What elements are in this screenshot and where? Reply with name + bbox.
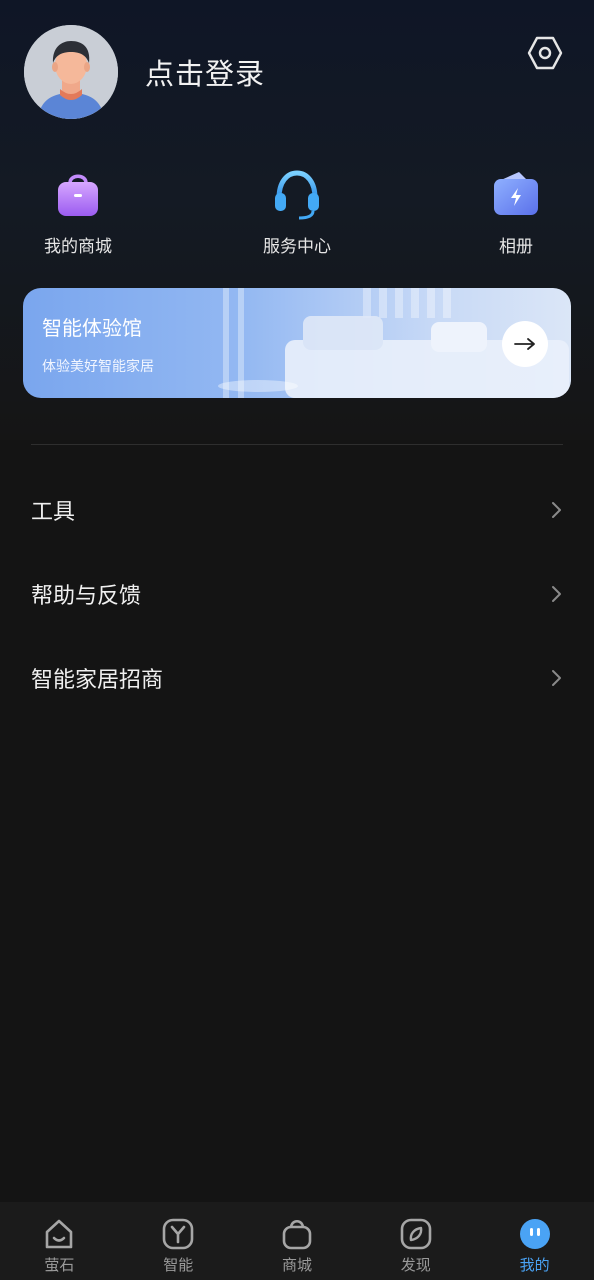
quick-action-label: 服务中心: [263, 237, 331, 257]
settings-button[interactable]: [526, 34, 564, 72]
banner-arrow-button[interactable]: [502, 321, 548, 367]
home-face-icon: [46, 1219, 73, 1249]
profile-section[interactable]: 点击登录: [24, 25, 265, 119]
tab-label: 萤石: [44, 1256, 75, 1274]
compass-icon: [400, 1218, 432, 1250]
menu-label: 工具: [31, 500, 76, 525]
tab-mall[interactable]: 商城: [238, 1202, 357, 1280]
profile-face-icon: [519, 1219, 550, 1249]
banner-title: 智能体验馆: [42, 316, 142, 340]
headset-icon: [275, 170, 319, 220]
login-link[interactable]: 点击登录: [145, 51, 265, 93]
tab-ezviz[interactable]: 萤石: [0, 1202, 119, 1280]
quick-action-service-center[interactable]: 服务中心: [237, 168, 357, 257]
quick-action-my-mall[interactable]: 我的商城: [18, 168, 138, 257]
tab-label: 商城: [281, 1256, 312, 1274]
tab-label: 我的: [519, 1256, 550, 1274]
bottom-tab-bar: 萤石 智能 商城 发现 我的: [0, 1202, 594, 1280]
menu-item-smart-home-business[interactable]: 智能家居招商: [31, 658, 563, 698]
smart-y-icon: [162, 1218, 194, 1250]
quick-action-album[interactable]: 相册: [456, 168, 576, 257]
chevron-right-icon: [552, 670, 561, 686]
tab-discover[interactable]: 发现: [356, 1202, 475, 1280]
album-icon: [494, 172, 538, 215]
divider: [31, 444, 563, 445]
shopping-bag-icon: [58, 174, 98, 216]
tab-label: 智能: [163, 1256, 194, 1274]
quick-action-label: 我的商城: [44, 237, 112, 257]
user-avatar-icon: [24, 25, 118, 119]
arrow-right-icon: [514, 338, 535, 350]
shop-bag-icon: [282, 1219, 312, 1250]
menu-label: 智能家居招商: [31, 668, 164, 693]
sofa-illustration: [218, 288, 569, 398]
chevron-right-icon: [552, 502, 561, 518]
banner-subtitle: 体验美好智能家居: [42, 359, 154, 375]
quick-action-label: 相册: [499, 237, 533, 257]
menu-label: 帮助与反馈: [31, 584, 142, 609]
tab-mine[interactable]: 我的: [475, 1202, 594, 1280]
chevron-right-icon: [552, 586, 561, 602]
avatar[interactable]: [24, 25, 118, 119]
menu-item-tools[interactable]: 工具: [31, 490, 563, 530]
settings-hexagon-icon: [527, 36, 563, 70]
tab-smart[interactable]: 智能: [119, 1202, 238, 1280]
menu-item-help-feedback[interactable]: 帮助与反馈: [31, 574, 563, 614]
tab-label: 发现: [400, 1256, 431, 1274]
experience-hall-banner[interactable]: 智能体验馆 体验美好智能家居: [23, 288, 571, 398]
